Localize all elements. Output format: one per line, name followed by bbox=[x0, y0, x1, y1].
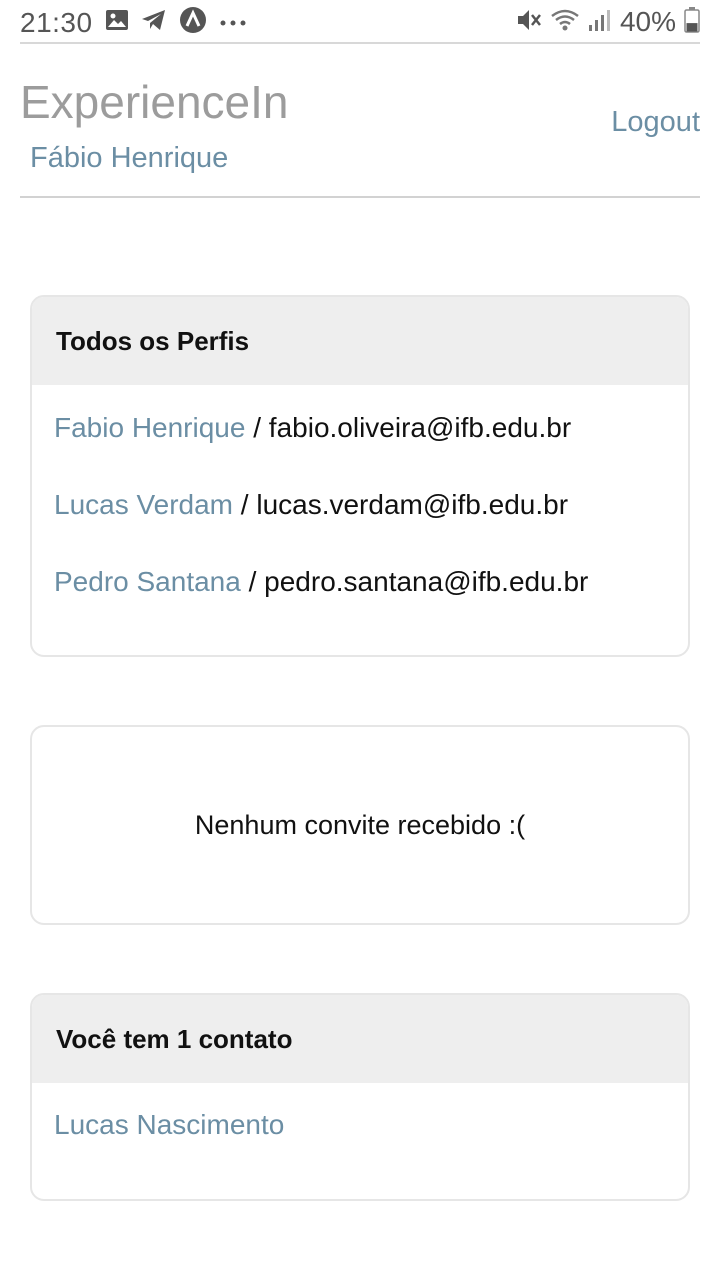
more-notifications-icon bbox=[219, 14, 247, 32]
invites-card: Nenhum convite recebido :( bbox=[30, 725, 690, 925]
profile-name-link[interactable]: Fabio Henrique bbox=[54, 412, 245, 444]
contacts-card: Você tem 1 contato Lucas Nascimento bbox=[30, 993, 690, 1201]
logout-button[interactable]: Logout bbox=[611, 104, 700, 140]
signal-icon bbox=[588, 8, 612, 37]
profiles-card: Todos os Perfis Fabio Henrique / fabio.o… bbox=[30, 295, 690, 657]
profile-name-link[interactable]: Pedro Santana bbox=[54, 566, 241, 598]
profile-email: fabio.oliveira@ifb.edu.br bbox=[268, 411, 572, 443]
profile-separator: / bbox=[245, 411, 269, 443]
mute-icon bbox=[516, 7, 542, 38]
status-right: 40% bbox=[516, 6, 700, 38]
app-title: ExperienceIn bbox=[20, 76, 289, 128]
battery-icon bbox=[684, 6, 700, 38]
status-bar: 21:30 40% bbox=[20, 0, 700, 44]
header-divider bbox=[20, 196, 700, 198]
app-notification-icon bbox=[179, 6, 207, 39]
status-time: 21:30 bbox=[20, 6, 93, 38]
profile-name-link[interactable]: Lucas Verdam bbox=[54, 489, 233, 521]
contact-name-link[interactable]: Lucas Nascimento bbox=[54, 1109, 284, 1141]
wifi-icon bbox=[550, 8, 580, 37]
profile-row: Pedro Santana / pedro.santana@ifb.edu.br bbox=[54, 543, 666, 620]
profiles-list: Fabio Henrique / fabio.oliveira@ifb.edu.… bbox=[32, 389, 688, 620]
profiles-card-title: Todos os Perfis bbox=[32, 297, 688, 385]
invites-empty-message: Nenhum convite recebido :( bbox=[194, 809, 526, 840]
current-user-name[interactable]: Fábio Henrique bbox=[30, 140, 228, 176]
profile-separator: / bbox=[233, 488, 257, 520]
image-icon bbox=[105, 9, 129, 36]
profile-row: Lucas Verdam / lucas.verdam@ifb.edu.br bbox=[54, 466, 666, 543]
battery-percentage: 40% bbox=[619, 6, 676, 37]
profile-email: pedro.santana@ifb.edu.br bbox=[264, 565, 589, 597]
status-left: 21:30 bbox=[20, 6, 247, 39]
telegram-icon bbox=[141, 9, 167, 36]
profile-separator: / bbox=[240, 565, 265, 597]
profile-email: lucas.verdam@ifb.edu.br bbox=[256, 488, 569, 520]
contacts-card-title: Você tem 1 contato bbox=[32, 995, 688, 1083]
contact-row: Lucas Nascimento bbox=[32, 1083, 688, 1167]
profile-row: Fabio Henrique / fabio.oliveira@ifb.edu.… bbox=[54, 389, 666, 466]
